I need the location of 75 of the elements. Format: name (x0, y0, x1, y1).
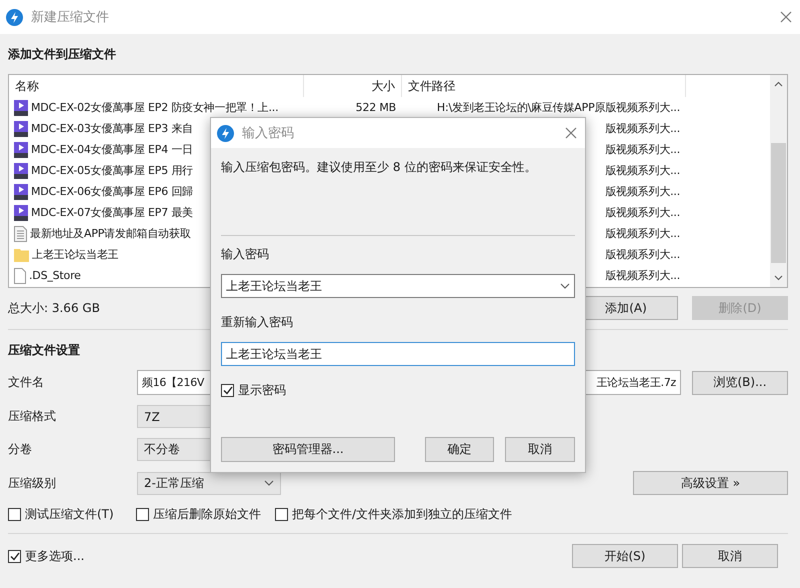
file-name[interactable]: MDC-EX-06女優萬事屋 EP6 回歸 (31, 184, 193, 199)
cancel-button[interactable]: 取消 (505, 437, 575, 462)
checkbox[interactable] (136, 508, 149, 521)
close-icon[interactable] (780, 11, 792, 23)
file-path: 版视频系列大... (605, 185, 680, 198)
section-heading: 添加文件到压缩文件 (8, 46, 116, 63)
video-file-icon (14, 162, 28, 178)
field-label: 重新输入密码 (221, 314, 294, 331)
advanced-settings-button[interactable]: 高级设置 » (633, 471, 788, 495)
app-logo-icon (217, 124, 234, 142)
file-name[interactable]: 最新地址及APP请发邮箱自动获取 (30, 226, 191, 241)
column-header[interactable]: 文件路径 (402, 75, 686, 97)
file-name[interactable]: 上老王论坛当老王 (32, 247, 118, 262)
scrollbar-thumb[interactable] (771, 143, 786, 263)
video-file-icon (14, 142, 28, 158)
chevron-down-icon (560, 283, 570, 289)
scroll-up-icon[interactable] (774, 81, 783, 87)
file-name[interactable]: MDC-EX-04女優萬事屋 EP4 一日 (31, 142, 193, 157)
password-field[interactable]: 上老王论坛当老王 (221, 274, 575, 298)
app-logo-icon (6, 8, 23, 26)
ok-button[interactable]: 确定 (425, 437, 494, 462)
checkbox[interactable] (8, 550, 21, 562)
file-path: 版视频系列大... (605, 143, 680, 156)
file-path: 版视频系列大... (605, 122, 680, 135)
file-size: 522 MB (356, 101, 396, 114)
checkbox-label: 显示密码 (238, 382, 286, 399)
cancel-button[interactable]: 取消 (682, 544, 778, 568)
file-path: H:\发到老王论坛的\麻豆传媒APP原版视频系列大... (436, 101, 680, 114)
file-name[interactable]: MDC-EX-03女優萬事屋 EP3 来自 (31, 121, 193, 136)
file-path: 版视频系列大... (605, 269, 680, 282)
scrollbar[interactable] (770, 75, 787, 287)
column-header[interactable]: 名称 (9, 75, 304, 97)
checkmark-icon (222, 386, 232, 395)
section-heading: 压缩文件设置 (8, 342, 80, 359)
column-header[interactable]: 大小 (304, 75, 402, 97)
checkmark-icon (10, 552, 20, 560)
checkbox-label: 更多选项... (25, 548, 84, 564)
dialog-hint: 输入压缩包密码。建议使用至少 8 位的密码来保证安全性。 (221, 160, 536, 174)
close-icon[interactable] (565, 127, 577, 139)
browse-button[interactable]: 浏览(B)... (692, 370, 788, 394)
confirm-password-field[interactable]: 上老王论坛当老王 (221, 342, 575, 366)
field-label: 压缩级别 (8, 474, 57, 492)
file-path: 版视频系列大... (605, 248, 680, 261)
video-file-icon (14, 184, 28, 200)
folder-icon (14, 248, 29, 262)
field-label: 文件名 (8, 374, 45, 391)
blank-file-icon (14, 268, 26, 284)
file-name[interactable]: MDC-EX-05女優萬事屋 EP5 用行 (31, 163, 193, 178)
text-file-icon (14, 226, 27, 242)
scroll-down-icon[interactable] (774, 275, 783, 281)
file-name[interactable]: MDC-EX-02女優萬事屋 EP2 防疫女神一把罩！上... (31, 100, 278, 115)
checkbox[interactable] (8, 508, 21, 521)
checkbox[interactable] (275, 508, 288, 521)
dropdown[interactable]: 2-正常压缩 (137, 472, 281, 494)
file-name[interactable]: MDC-EX-07女優萬事屋 EP7 最美 (31, 205, 193, 220)
window-title: 新建压缩文件 (31, 9, 110, 26)
file-path: 版视频系列大... (605, 227, 680, 240)
field-label: 压缩格式 (8, 408, 57, 425)
dialog-title: 输入密码 (242, 125, 295, 142)
video-file-icon (14, 100, 28, 116)
field-label: 分卷 (8, 441, 33, 458)
password-manager-button[interactable]: 密码管理器... (221, 437, 395, 462)
video-file-icon (14, 120, 28, 136)
start-button[interactable]: 开始(S) (572, 544, 678, 568)
video-file-icon (14, 204, 28, 220)
total-size: 总大小: 3.66 GB (8, 300, 101, 316)
file-path: 版视频系列大... (605, 164, 680, 177)
file-name[interactable]: .DS_Store (29, 269, 81, 282)
chevron-down-icon (264, 480, 274, 486)
checkbox-label: 把每个文件/文件夹添加到独立的压缩文件 (292, 506, 512, 523)
checkbox[interactable] (221, 384, 234, 397)
field-label: 输入密码 (221, 246, 270, 263)
checkbox-label: 压缩后删除原始文件 (153, 506, 261, 523)
file-path: 版视频系列大... (605, 206, 680, 219)
checkbox-label: 测试压缩文件(T) (25, 506, 114, 523)
